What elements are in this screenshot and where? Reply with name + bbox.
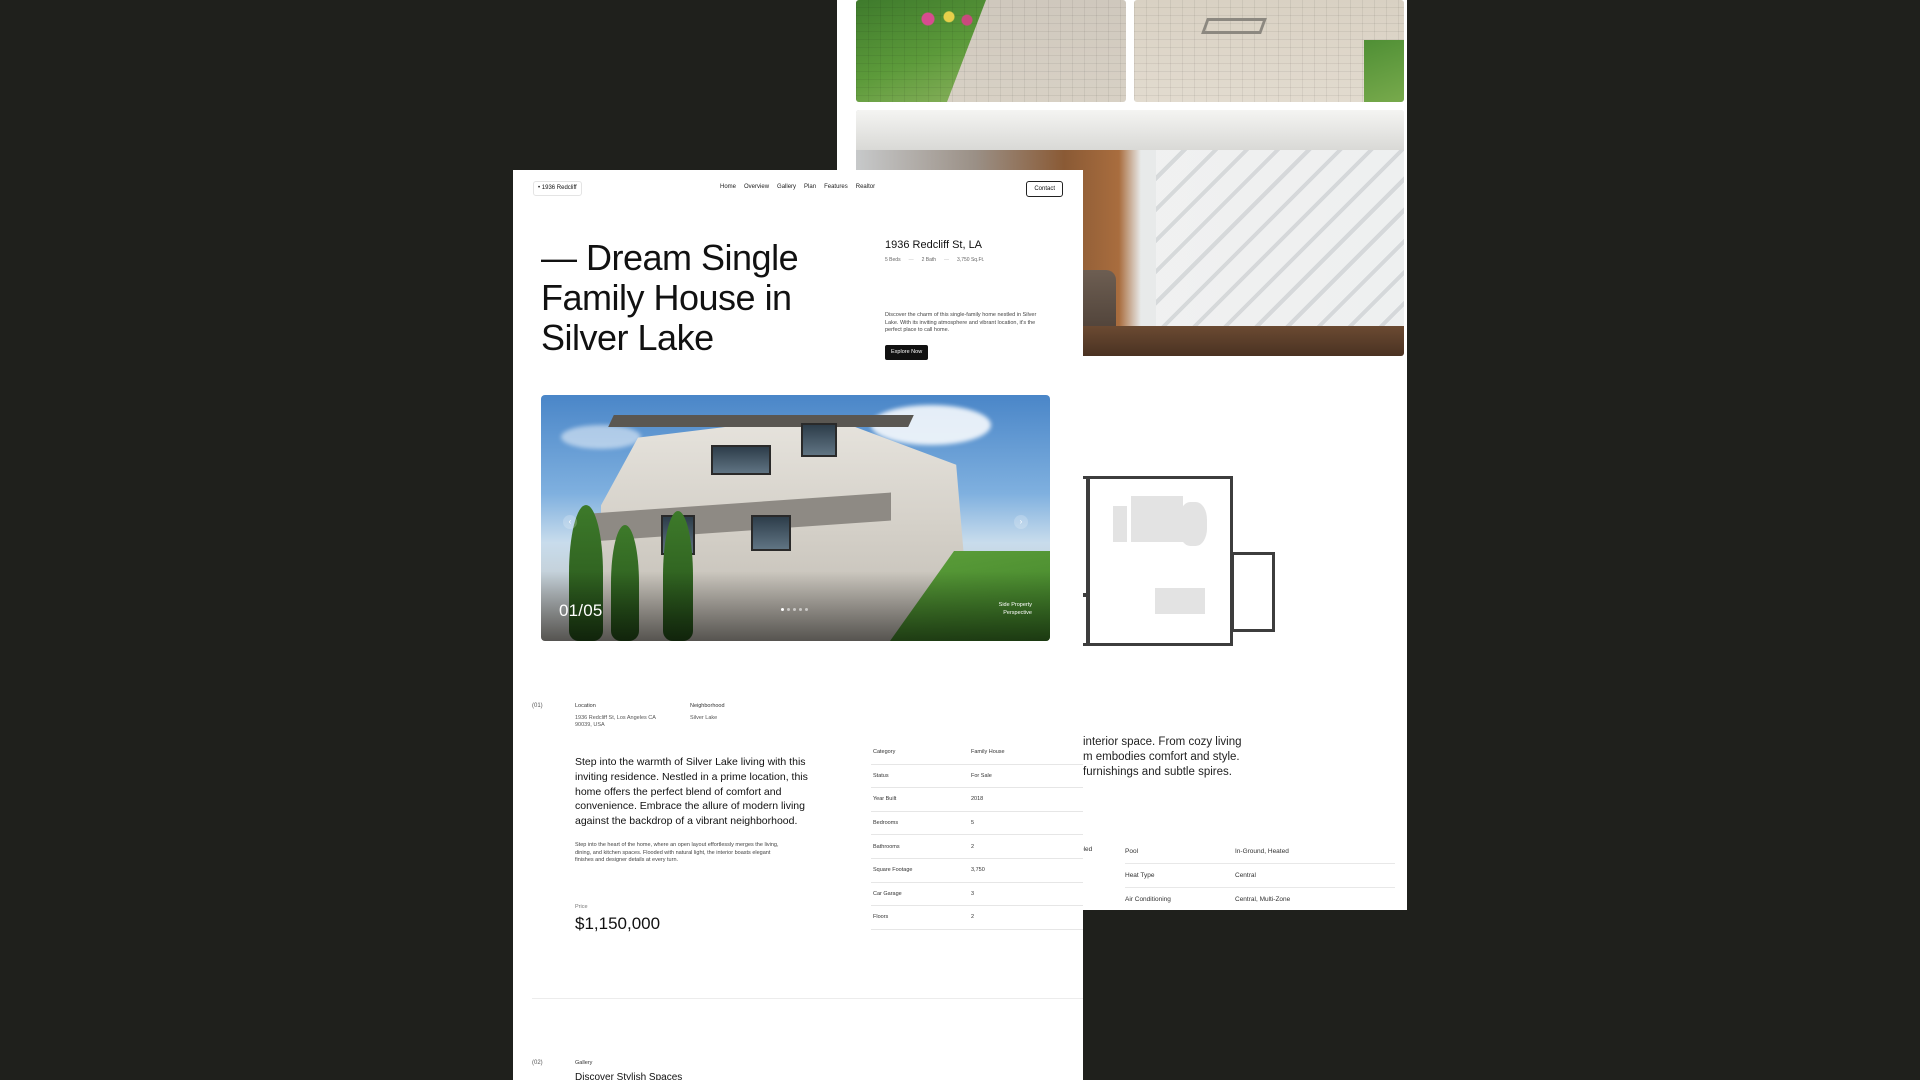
driveway-photo-left[interactable] [856,0,1126,102]
area-size: 3,750 Sq.Ft. [957,257,985,263]
price-value: $1,150,000 [575,914,661,933]
slide-dot[interactable] [787,608,790,611]
explore-now-button[interactable]: Explore Now [885,345,929,360]
price-label: Price [575,904,588,910]
hero-house-photo: ‹ › 01/05 Side Property Perspective [541,395,1050,641]
property-meta: 5 Beds — 2 Bath — 3,750 Sq.Ft. [885,257,984,263]
slide-dot[interactable] [799,608,802,611]
section-divider [532,998,1083,999]
slide-dots[interactable] [781,608,808,611]
back-specs-table: Pool In-Ground, Heated Heat Type Central A… [1125,840,1395,910]
overview-intro: Step into the warmth of Silver Lake livi… [575,756,808,828]
front-page-preview: • 1936 Redcliff Home Overview Gallery Pl… [513,170,1083,1080]
contact-button[interactable]: Contact [1026,181,1063,197]
slide-dot[interactable] [793,608,796,611]
prev-slide-icon[interactable]: ‹ [563,515,577,529]
table-row: Heat Type Central [1125,864,1395,888]
property-specs-table: Category Family House Status For Sale Year… [871,741,1083,930]
driveway-photo-right[interactable] [1134,0,1404,102]
meta-separator: — [944,257,950,263]
hero-title: — Dream Single Family House in Silver La… [541,237,799,358]
nav-link-plan[interactable]: Plan [804,184,816,190]
table-row: Category Family House [871,741,1083,765]
table-row: Floors 2 [871,906,1083,930]
section-number-overview: (01) [532,703,543,709]
table-row: Air Conditioning Central, Multi-Zone [1125,888,1395,910]
gallery-label: Gallery [575,1060,593,1066]
nav-link-gallery[interactable]: Gallery [777,184,796,190]
table-row: Square Footage 3,750 [871,859,1083,883]
meta-separator: — [908,257,914,263]
nav-links: Home Overview Gallery Plan Features Real… [720,184,875,190]
neighborhood-label: Neighborhood [690,703,725,709]
overview-subtext: Step into the heart of the home, where a… [575,842,779,863]
nav-link-overview[interactable]: Overview [744,184,769,190]
table-row: Bathrooms 2 [871,835,1083,859]
brand-logo[interactable]: • 1936 Redcliff [533,181,582,196]
table-row: Pool In-Ground, Heated [1125,840,1395,864]
next-slide-icon[interactable]: › [1014,515,1028,529]
baths-count: 2 Bath [921,257,937,263]
property-address: 1936 Redcliff St, LA [885,239,983,251]
location-label: Location [575,703,596,709]
gallery-title: Discover Stylish Spaces [575,1072,683,1080]
nav-link-features[interactable]: Features [824,184,848,190]
table-row: Year Built 2018 [871,788,1083,812]
nav-link-realtor[interactable]: Realtor [856,184,875,190]
table-row: Bedrooms 5 [871,812,1083,836]
hero-description: Discover the charm of this single-family… [885,312,1037,333]
section-number-gallery: (02) [532,1060,543,1066]
beds-count: 5 Beds [885,257,901,263]
slide-dot[interactable] [781,608,784,611]
table-row: Car Garage 3 [871,883,1083,907]
top-nav: • 1936 Redcliff Home Overview Gallery Pl… [533,181,1063,197]
table-row: Status For Sale [871,765,1083,789]
location-value: 1936 Redcliff St, Los Angeles CA 90039, … [575,715,656,728]
slide-dot[interactable] [805,608,808,611]
neighborhood-value: Silver Lake [690,715,718,721]
slide-counter: 01/05 [559,601,603,620]
back-page-text: interior space. From cozy living m embod… [1083,736,1242,778]
slide-caption: Side Property Perspective [998,602,1032,616]
nav-link-home[interactable]: Home [720,184,736,190]
